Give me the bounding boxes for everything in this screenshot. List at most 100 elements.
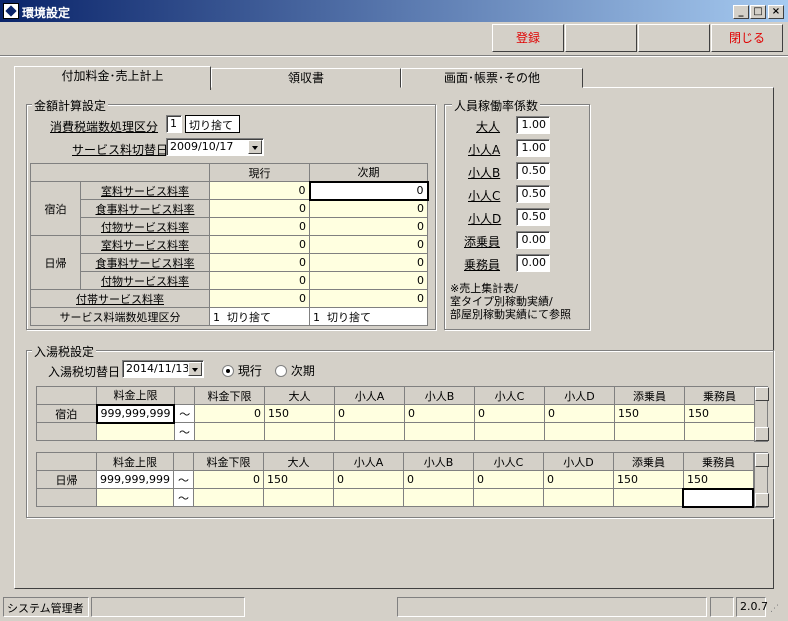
cell-kodomo-d[interactable]: [543, 422, 615, 441]
service-rate-grid: 現行 次期 宿泊 室料サービス料率 0 0 食事料サービス料率 0 0 付物サー…: [30, 163, 429, 326]
radio-current-option[interactable]: 現行: [222, 362, 262, 379]
cell-lower[interactable]: [192, 488, 264, 507]
jinin-input-kodomo-d[interactable]: 0.50: [516, 208, 550, 226]
jinin-input-tenjo[interactable]: 0.00: [516, 231, 550, 249]
grid-corner: [36, 452, 97, 471]
cell-kodomo-c[interactable]: 0: [472, 470, 544, 489]
close-window-button[interactable]: ×: [768, 5, 784, 19]
cell-otona[interactable]: [262, 488, 334, 507]
cell-current[interactable]: 0: [209, 253, 310, 272]
scroll-up-button[interactable]: [755, 453, 769, 467]
cell-kodomo-b[interactable]: 0: [402, 470, 474, 489]
cell-kodomo-c[interactable]: [473, 422, 545, 441]
cell-upper[interactable]: 999,999,999: [95, 403, 176, 424]
cell-current[interactable]: 0: [209, 235, 310, 254]
nyuto-date-select[interactable]: 2014/11/13: [122, 360, 204, 378]
cell-lower[interactable]: [193, 422, 265, 441]
col-kodomo-d: 小人D: [542, 452, 614, 471]
chevron-down-icon[interactable]: [188, 362, 202, 376]
status-pane-3: [397, 597, 707, 617]
tab-receipt[interactable]: 領収書: [211, 68, 401, 88]
cell-current[interactable]: 0: [209, 199, 310, 218]
row-label: 食事料サービス料率: [80, 199, 210, 218]
svc-date-select[interactable]: 2009/10/17: [166, 138, 264, 156]
futai-next[interactable]: 0: [309, 289, 428, 308]
cell-jomu-selected[interactable]: [682, 487, 755, 508]
scroll-down-button[interactable]: [755, 427, 769, 441]
title-bar: 環境設定: [0, 0, 788, 22]
cell-kodomo-b[interactable]: 0: [403, 404, 475, 423]
cell-lower[interactable]: 0: [193, 404, 265, 423]
jinin-input-jomu[interactable]: 0.00: [516, 254, 550, 272]
cell-next-selected[interactable]: 0: [308, 180, 429, 201]
col-lower: 料金下限: [192, 452, 264, 471]
row-label: 室料サービス料率: [80, 181, 210, 200]
cell-upper[interactable]: [96, 488, 174, 507]
cell-current[interactable]: 0: [209, 271, 310, 290]
cell-current[interactable]: 0: [209, 181, 310, 200]
radio-next-option[interactable]: 次期: [275, 362, 315, 379]
hasu-current-code: 1: [213, 310, 220, 324]
cell-next[interactable]: 0: [309, 271, 428, 290]
cell-next[interactable]: 0: [309, 253, 428, 272]
close-button[interactable]: 閉じる: [711, 24, 783, 52]
maximize-button[interactable]: □: [750, 5, 766, 19]
hasu-current[interactable]: 1 切り捨て: [209, 307, 310, 326]
cell-tenjo[interactable]: [612, 488, 684, 507]
scroll-up-button[interactable]: [755, 387, 769, 401]
cell-kodomo-d[interactable]: [542, 488, 614, 507]
cell-otona[interactable]: 150: [263, 404, 335, 423]
jinin-input-otona[interactable]: 1.00: [516, 116, 550, 134]
cell-jomu[interactable]: 150: [683, 404, 755, 423]
cell-kodomo-b[interactable]: [402, 488, 474, 507]
futai-current[interactable]: 0: [209, 289, 310, 308]
cell-jomu[interactable]: 150: [682, 470, 754, 489]
cell-kodomo-b[interactable]: [403, 422, 475, 441]
cell-kodomo-c[interactable]: 0: [473, 404, 545, 423]
cell-lower[interactable]: 0: [192, 470, 264, 489]
cell-upper[interactable]: [96, 422, 175, 441]
cell-jomu[interactable]: [683, 422, 755, 441]
cell-kodomo-a[interactable]: [333, 422, 405, 441]
tax-rounding-code-input[interactable]: 1: [166, 115, 182, 133]
cell-next[interactable]: 0: [309, 199, 428, 218]
toolbar-separator: [0, 55, 788, 57]
jinin-input-kodomo-b[interactable]: 0.50: [516, 162, 550, 180]
scrollbar-higaeri[interactable]: [754, 452, 769, 508]
cell-next[interactable]: 0: [309, 235, 428, 254]
radio-current[interactable]: [222, 365, 234, 377]
jinin-label-kodomo-d: 小人D: [468, 212, 502, 226]
scrollbar-shukuhaku[interactable]: [754, 386, 769, 442]
radio-next[interactable]: [275, 365, 287, 377]
blank-button-1[interactable]: [565, 24, 637, 52]
cell-otona[interactable]: 150: [262, 470, 334, 489]
minimize-button[interactable]: _: [733, 5, 749, 19]
tab-screen-forms[interactable]: 画面･帳票･その他: [401, 68, 583, 88]
cell-current[interactable]: 0: [209, 217, 310, 236]
row-label-shukuhaku: 宿泊: [36, 404, 97, 423]
chevron-down-icon[interactable]: [248, 140, 262, 154]
blank-button-2[interactable]: [638, 24, 710, 52]
cell-kodomo-a[interactable]: 0: [332, 470, 404, 489]
cell-kodomo-d[interactable]: 0: [542, 470, 614, 489]
cell-tenjo[interactable]: 150: [613, 404, 685, 423]
cell-otona[interactable]: [263, 422, 335, 441]
jinin-input-kodomo-a[interactable]: 1.00: [516, 139, 550, 157]
resize-grip-icon[interactable]: ⋰: [770, 604, 782, 616]
cell-next[interactable]: 0: [309, 217, 428, 236]
grid-corner: [30, 163, 210, 182]
cell-kodomo-d[interactable]: 0: [543, 404, 615, 423]
scroll-down-button[interactable]: [755, 493, 769, 507]
radio-next-label: 次期: [290, 364, 315, 378]
tab-surcharge[interactable]: 付加料金･売上計上: [14, 66, 211, 90]
cell-tenjo[interactable]: 150: [612, 470, 684, 489]
cell-kodomo-a[interactable]: 0: [333, 404, 405, 423]
cell-kodomo-c[interactable]: [472, 488, 544, 507]
col-tilde: [172, 452, 194, 471]
cell-upper[interactable]: 999,999,999: [96, 470, 174, 489]
register-button[interactable]: 登録: [492, 24, 564, 52]
cell-kodomo-a[interactable]: [332, 488, 404, 507]
jinin-input-kodomo-c[interactable]: 0.50: [516, 185, 550, 203]
cell-tenjo[interactable]: [613, 422, 685, 441]
hasu-next[interactable]: 1 切り捨て: [309, 307, 428, 326]
